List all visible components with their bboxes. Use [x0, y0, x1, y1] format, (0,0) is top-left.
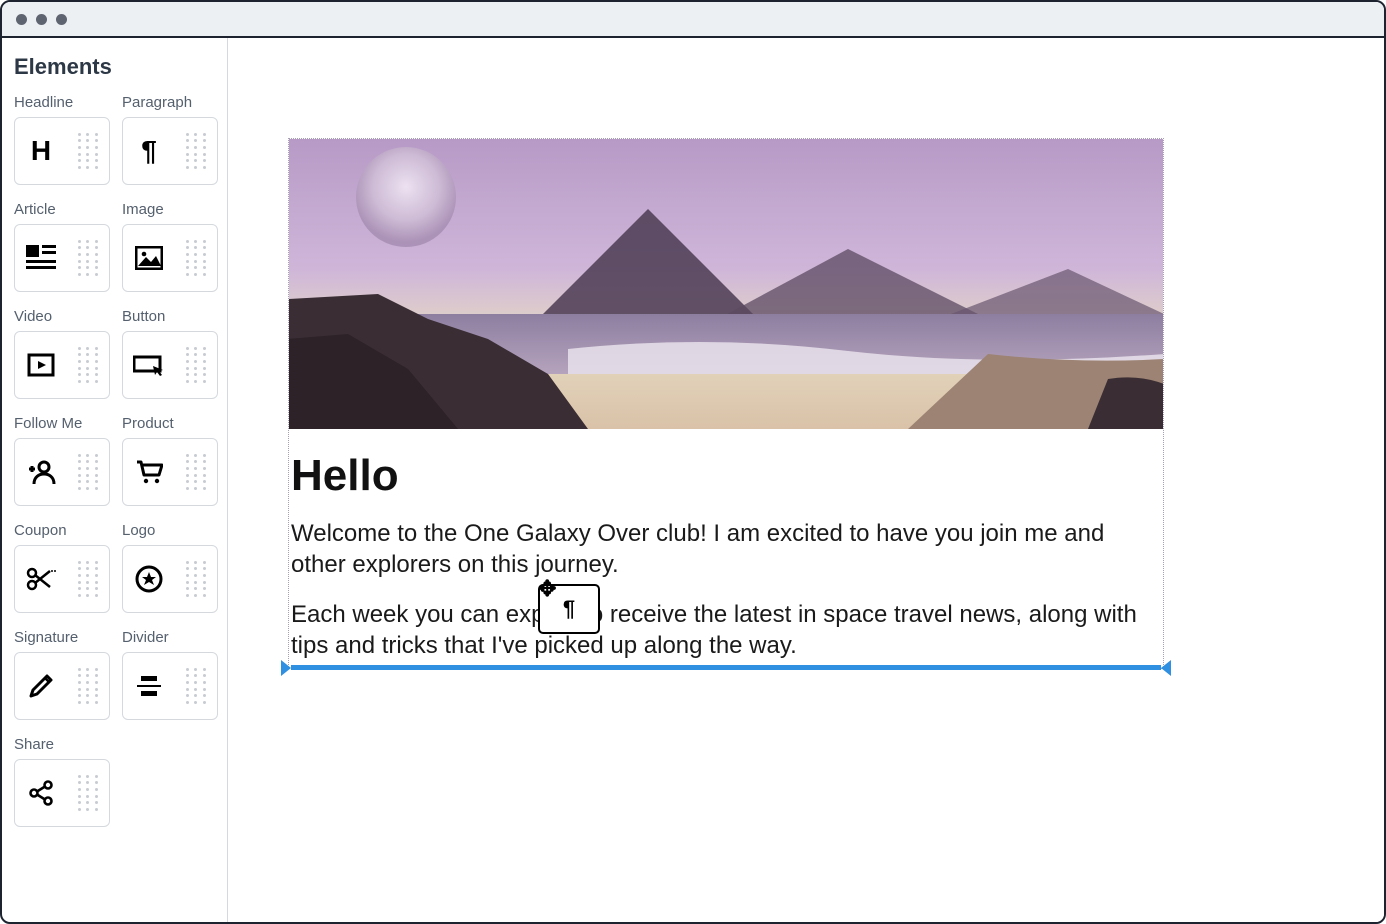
- app-body: Elements Headline H Paragraph ¶: [2, 38, 1384, 922]
- element-coupon: Coupon: [14, 522, 110, 613]
- app-window: Elements Headline H Paragraph ¶: [0, 0, 1386, 924]
- window-zoom-dot[interactable]: [56, 14, 67, 25]
- video-icon: [23, 353, 59, 377]
- element-article: Article: [14, 201, 110, 292]
- element-paragraph: Paragraph ¶: [122, 94, 218, 185]
- drop-cap-right: [1161, 660, 1171, 676]
- article-icon: [23, 245, 59, 271]
- drag-handle-icon[interactable]: [75, 345, 101, 385]
- button-icon: [131, 354, 167, 376]
- element-tile-image[interactable]: [122, 224, 218, 292]
- element-label: Product: [122, 415, 218, 432]
- drag-handle-icon[interactable]: [75, 452, 101, 492]
- element-follow-me: Follow Me: [14, 415, 110, 506]
- content-area[interactable]: Hello Welcome to the One Galaxy Over clu…: [289, 429, 1163, 668]
- elements-sidebar: Elements Headline H Paragraph ¶: [2, 38, 228, 922]
- element-label: Coupon: [14, 522, 110, 539]
- drag-handle-icon[interactable]: [183, 666, 209, 706]
- pilcrow-icon: ¶: [563, 596, 575, 622]
- element-tile-paragraph[interactable]: ¶: [122, 117, 218, 185]
- drag-handle-icon[interactable]: [183, 238, 209, 278]
- scissors-icon: [23, 567, 59, 591]
- editor-canvas[interactable]: Hello Welcome to the One Galaxy Over clu…: [228, 38, 1384, 922]
- element-tile-follow-me[interactable]: [14, 438, 110, 506]
- pen-icon: [23, 672, 59, 700]
- element-tile-headline[interactable]: H: [14, 117, 110, 185]
- dragging-element-ghost[interactable]: ✥ ¶: [538, 584, 600, 634]
- element-label: Paragraph: [122, 94, 218, 111]
- element-label: Signature: [14, 629, 110, 646]
- element-label: Headline: [14, 94, 110, 111]
- drag-handle-icon[interactable]: [75, 773, 101, 813]
- email-content-block[interactable]: Hello Welcome to the One Galaxy Over clu…: [288, 138, 1164, 669]
- element-label: Button: [122, 308, 218, 325]
- element-product: Product: [122, 415, 218, 506]
- drop-cap-left: [281, 660, 291, 676]
- divider-icon: [131, 674, 167, 698]
- element-tile-article[interactable]: [14, 224, 110, 292]
- element-signature: Signature: [14, 629, 110, 720]
- element-logo: Logo: [122, 522, 218, 613]
- element-tile-product[interactable]: [122, 438, 218, 506]
- drag-handle-icon[interactable]: [75, 559, 101, 599]
- element-image: Image: [122, 201, 218, 292]
- title-bar: [2, 2, 1384, 38]
- hero-image: [289, 139, 1163, 429]
- pilcrow-icon: ¶: [131, 135, 167, 167]
- sidebar-title: Elements: [14, 54, 215, 80]
- element-tile-divider[interactable]: [122, 652, 218, 720]
- element-tile-button[interactable]: [122, 331, 218, 399]
- element-tile-video[interactable]: [14, 331, 110, 399]
- drag-handle-icon[interactable]: [183, 452, 209, 492]
- element-tile-coupon[interactable]: [14, 545, 110, 613]
- share-icon: [23, 779, 59, 807]
- element-tile-share[interactable]: [14, 759, 110, 827]
- element-video: Video: [14, 308, 110, 399]
- drag-handle-icon[interactable]: [183, 345, 209, 385]
- image-icon: [131, 246, 167, 270]
- content-paragraph-1[interactable]: Welcome to the One Galaxy Over club! I a…: [291, 519, 1161, 580]
- content-heading[interactable]: Hello: [291, 451, 1161, 501]
- element-label: Article: [14, 201, 110, 218]
- element-tile-signature[interactable]: [14, 652, 110, 720]
- element-label: Video: [14, 308, 110, 325]
- element-label: Divider: [122, 629, 218, 646]
- element-label: Follow Me: [14, 415, 110, 432]
- elements-grid: Headline H Paragraph ¶ Article: [14, 94, 215, 827]
- element-headline: Headline H: [14, 94, 110, 185]
- drop-indicator: [281, 664, 1171, 672]
- cart-icon: [131, 459, 167, 485]
- element-divider: Divider: [122, 629, 218, 720]
- element-label: Share: [14, 736, 110, 753]
- element-share: Share: [14, 736, 110, 827]
- drag-handle-icon[interactable]: [75, 131, 101, 171]
- content-paragraph-2[interactable]: Each week you can expect to receive the …: [291, 600, 1161, 661]
- element-tile-logo[interactable]: [122, 545, 218, 613]
- window-minimize-dot[interactable]: [36, 14, 47, 25]
- follow-me-icon: [23, 459, 59, 485]
- move-icon: ✥: [538, 576, 556, 602]
- element-label: Logo: [122, 522, 218, 539]
- drag-handle-icon[interactable]: [75, 666, 101, 706]
- drag-handle-icon[interactable]: [183, 131, 209, 171]
- window-close-dot[interactable]: [16, 14, 27, 25]
- drag-handle-icon[interactable]: [75, 238, 101, 278]
- drop-line: [291, 665, 1161, 670]
- star-badge-icon: [131, 564, 167, 594]
- drag-handle-icon[interactable]: [183, 559, 209, 599]
- element-label: Image: [122, 201, 218, 218]
- headline-icon: H: [23, 135, 59, 167]
- element-button: Button: [122, 308, 218, 399]
